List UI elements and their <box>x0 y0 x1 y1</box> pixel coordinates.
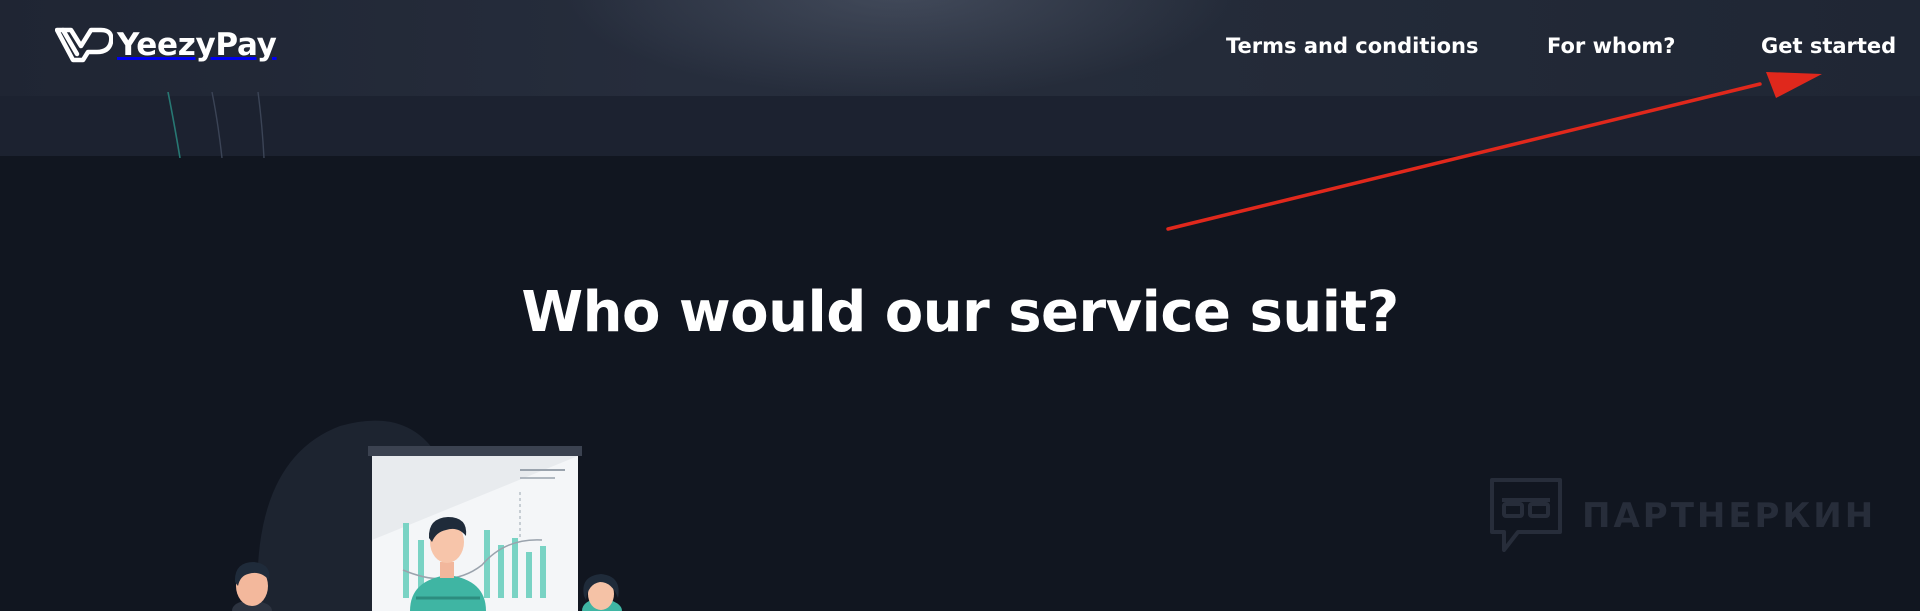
brand-name: YeezyPay <box>117 27 277 63</box>
brand-logo[interactable]: YeezyPay <box>55 26 277 64</box>
nav-for-whom[interactable]: For whom? <box>1547 34 1675 58</box>
watermark-text: ПАРТНЕРКИН <box>1582 496 1877 536</box>
partnerkin-watermark: ПАРТНЕРКИН <box>1488 476 1876 556</box>
speech-bubble-mask-icon <box>1490 478 1562 552</box>
header-glow <box>560 0 1240 100</box>
nav-terms-and-conditions[interactable]: Terms and conditions <box>1226 34 1478 58</box>
decorative-arcs <box>167 92 265 158</box>
presentation-illustration <box>232 420 622 611</box>
nav-get-started[interactable]: Get started <box>1761 34 1896 58</box>
hero-title: Who would our service suit? <box>521 280 1399 345</box>
yp-monogram-icon <box>55 27 113 63</box>
